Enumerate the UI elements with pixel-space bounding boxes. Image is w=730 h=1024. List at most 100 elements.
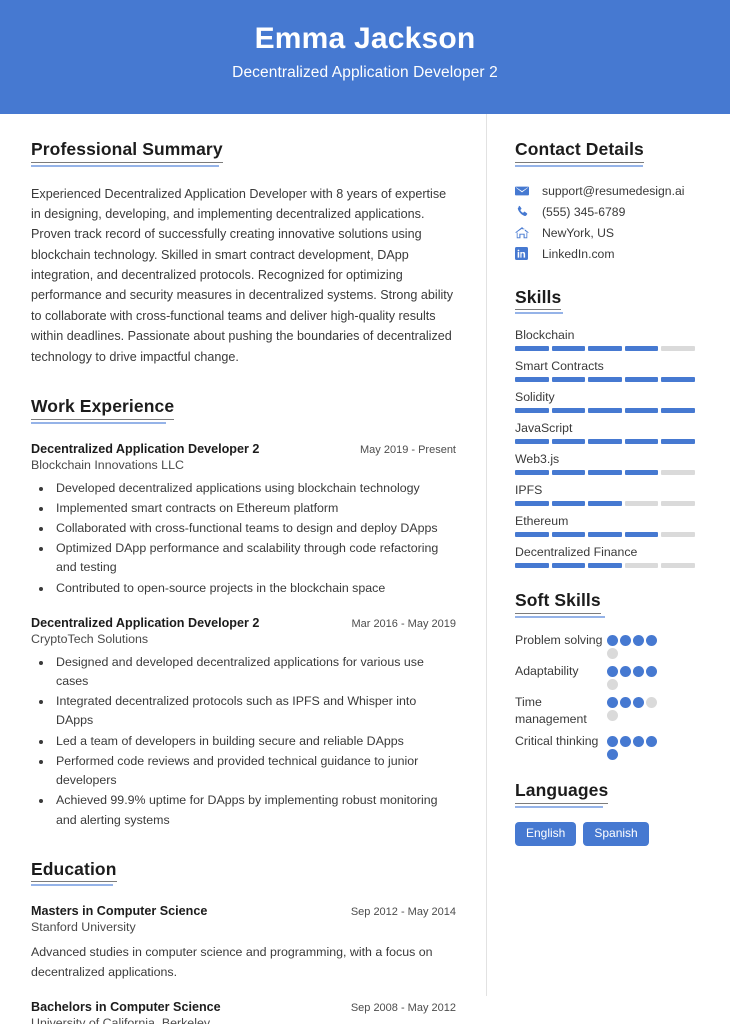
soft-skill-rating: [607, 663, 661, 690]
skill-level-segment: [551, 377, 586, 382]
summary-heading-wrap: Professional Summary: [31, 140, 456, 167]
education-degree: Bachelors in Computer Science: [31, 999, 221, 1014]
soft-skill-dot: [633, 736, 644, 748]
skill-name: Solidity: [515, 390, 555, 404]
education-date-range: Sep 2008 - May 2012: [350, 1001, 456, 1014]
soft-skill-name: Adaptability: [515, 663, 579, 678]
contact-heading-underline: [515, 164, 643, 167]
contact-value: support@resumedesign.ai: [542, 183, 685, 198]
soft-skill-dot: [646, 736, 657, 748]
skill-level-segment: [588, 439, 622, 444]
summary-heading-underline: [31, 164, 219, 167]
skill-level-segment: [551, 470, 586, 475]
soft-skill-item: Critical thinking: [515, 733, 708, 761]
skill-level-segment: [624, 408, 659, 413]
soft-skill-rating: [607, 632, 661, 659]
skill-level-segment: [588, 377, 622, 382]
skill-level-bar: [515, 563, 695, 568]
contact-item[interactable]: support@resumedesign.ai: [515, 184, 708, 198]
resume-page: Emma Jackson Decentralized Application D…: [0, 0, 730, 1024]
skill-level-segment: [588, 563, 622, 568]
work-bullet: Implemented smart contracts on Ethereum …: [53, 499, 456, 518]
skill-level-segment: [624, 377, 659, 382]
work-entry-list: Decentralized Application Developer 2 May…: [31, 442, 456, 830]
work-bullet: Designed and developed decentralized app…: [53, 653, 456, 691]
skill-level-segment: [515, 346, 549, 351]
education-school: University of California, Berkeley: [31, 1015, 211, 1024]
soft-skill-dot: [620, 696, 631, 708]
work-job-title: Decentralized Application Developer 2: [31, 441, 260, 456]
contact-value: LinkedIn.com: [542, 246, 615, 261]
envelope-icon: [515, 184, 533, 198]
skill-item: IPFS: [515, 483, 708, 506]
skill-level-segment: [588, 408, 622, 413]
contact-item[interactable]: NewYork, US: [515, 226, 708, 240]
education-entry: Masters in Computer Science Sep 2012 - Ma…: [31, 904, 456, 981]
soft-skill-dot: [646, 696, 657, 708]
skill-level-segment: [661, 470, 695, 475]
contact-heading-wrap: Contact Details: [515, 140, 708, 167]
skill-level-segment: [624, 470, 659, 475]
work-bullet: Collaborated with cross-functional teams…: [53, 519, 456, 538]
education-heading: Education: [31, 860, 117, 883]
skill-name: Decentralized Finance: [515, 545, 638, 559]
skill-item: Smart Contracts: [515, 359, 708, 382]
soft-skill-dot: [646, 634, 657, 646]
skill-name: Smart Contracts: [515, 359, 604, 373]
skill-item: Blockchain: [515, 328, 708, 351]
soft-skill-dot: [607, 709, 618, 721]
languages-list: English Spanish: [515, 821, 708, 846]
contact-item[interactable]: (555) 345-6789: [515, 205, 708, 219]
languages-heading-underline: [515, 805, 603, 808]
languages-heading: Languages: [515, 782, 609, 804]
work-company: CryptoTech Solutions: [31, 631, 149, 646]
skill-level-segment: [551, 532, 586, 537]
contact-item[interactable]: LinkedIn.com: [515, 247, 708, 261]
skill-level-segment: [551, 408, 586, 413]
skill-name: IPFS: [515, 483, 543, 497]
education-entry-list: Masters in Computer Science Sep 2012 - Ma…: [31, 904, 456, 1024]
section-languages: Languages English Spanish: [515, 782, 708, 846]
skill-level-segment: [624, 563, 659, 568]
soft-skill-dot: [646, 665, 657, 677]
skill-level-segment: [661, 377, 695, 382]
work-heading-wrap: Work Experience: [31, 397, 456, 424]
work-entry: Decentralized Application Developer 2 May…: [31, 442, 456, 598]
skill-item: Solidity: [515, 390, 708, 413]
phone-icon: [515, 205, 533, 219]
soft-skill-dot: [607, 647, 618, 659]
skill-level-segment: [588, 470, 622, 475]
skill-level-bar: [515, 346, 695, 351]
soft-skill-dot: [607, 749, 618, 761]
soft-skill-item: Time management: [515, 694, 708, 730]
education-date-range: Sep 2012 - May 2014: [350, 906, 456, 919]
contact-value: NewYork, US: [542, 225, 615, 240]
work-bullet: Developed decentralized applications usi…: [53, 479, 456, 498]
right-column: Contact Details support@resumedesign.ai (…: [487, 114, 730, 1024]
candidate-role: Decentralized Application Developer 2: [232, 63, 498, 81]
skill-level-bar: [515, 501, 695, 506]
skill-level-segment: [588, 501, 622, 506]
skill-level-segment: [624, 346, 659, 351]
contact-heading: Contact Details: [515, 140, 644, 163]
work-bullet: Integrated decentralized protocols such …: [53, 692, 456, 730]
skill-level-segment: [515, 563, 549, 568]
soft-skills-heading-wrap: Soft Skills: [515, 591, 708, 618]
education-entry-header: Masters in Computer Science Sep 2012 - Ma…: [31, 904, 456, 918]
skills-heading-underline: [515, 312, 563, 314]
skill-name: Web3.js: [515, 452, 560, 466]
skill-level-segment: [661, 501, 695, 506]
work-entry-header: Decentralized Application Developer 2 May…: [31, 442, 456, 456]
skill-name: Ethereum: [515, 514, 569, 528]
skill-level-segment: [515, 532, 549, 537]
section-work-experience: Work Experience Decentralized Applicatio…: [31, 397, 456, 830]
education-school: Stanford University: [31, 920, 136, 935]
summary-text: Experienced Decentralized Application De…: [31, 186, 454, 364]
linkedin-icon: [515, 247, 533, 260]
soft-skill-dot: [607, 678, 618, 690]
soft-skill-name: Time management: [515, 694, 587, 727]
work-bullet: Led a team of developers in building sec…: [53, 732, 456, 751]
soft-skill-name: Critical thinking: [515, 734, 599, 749]
soft-skill-item: Problem solving: [515, 632, 708, 659]
skill-level-segment: [661, 408, 695, 413]
